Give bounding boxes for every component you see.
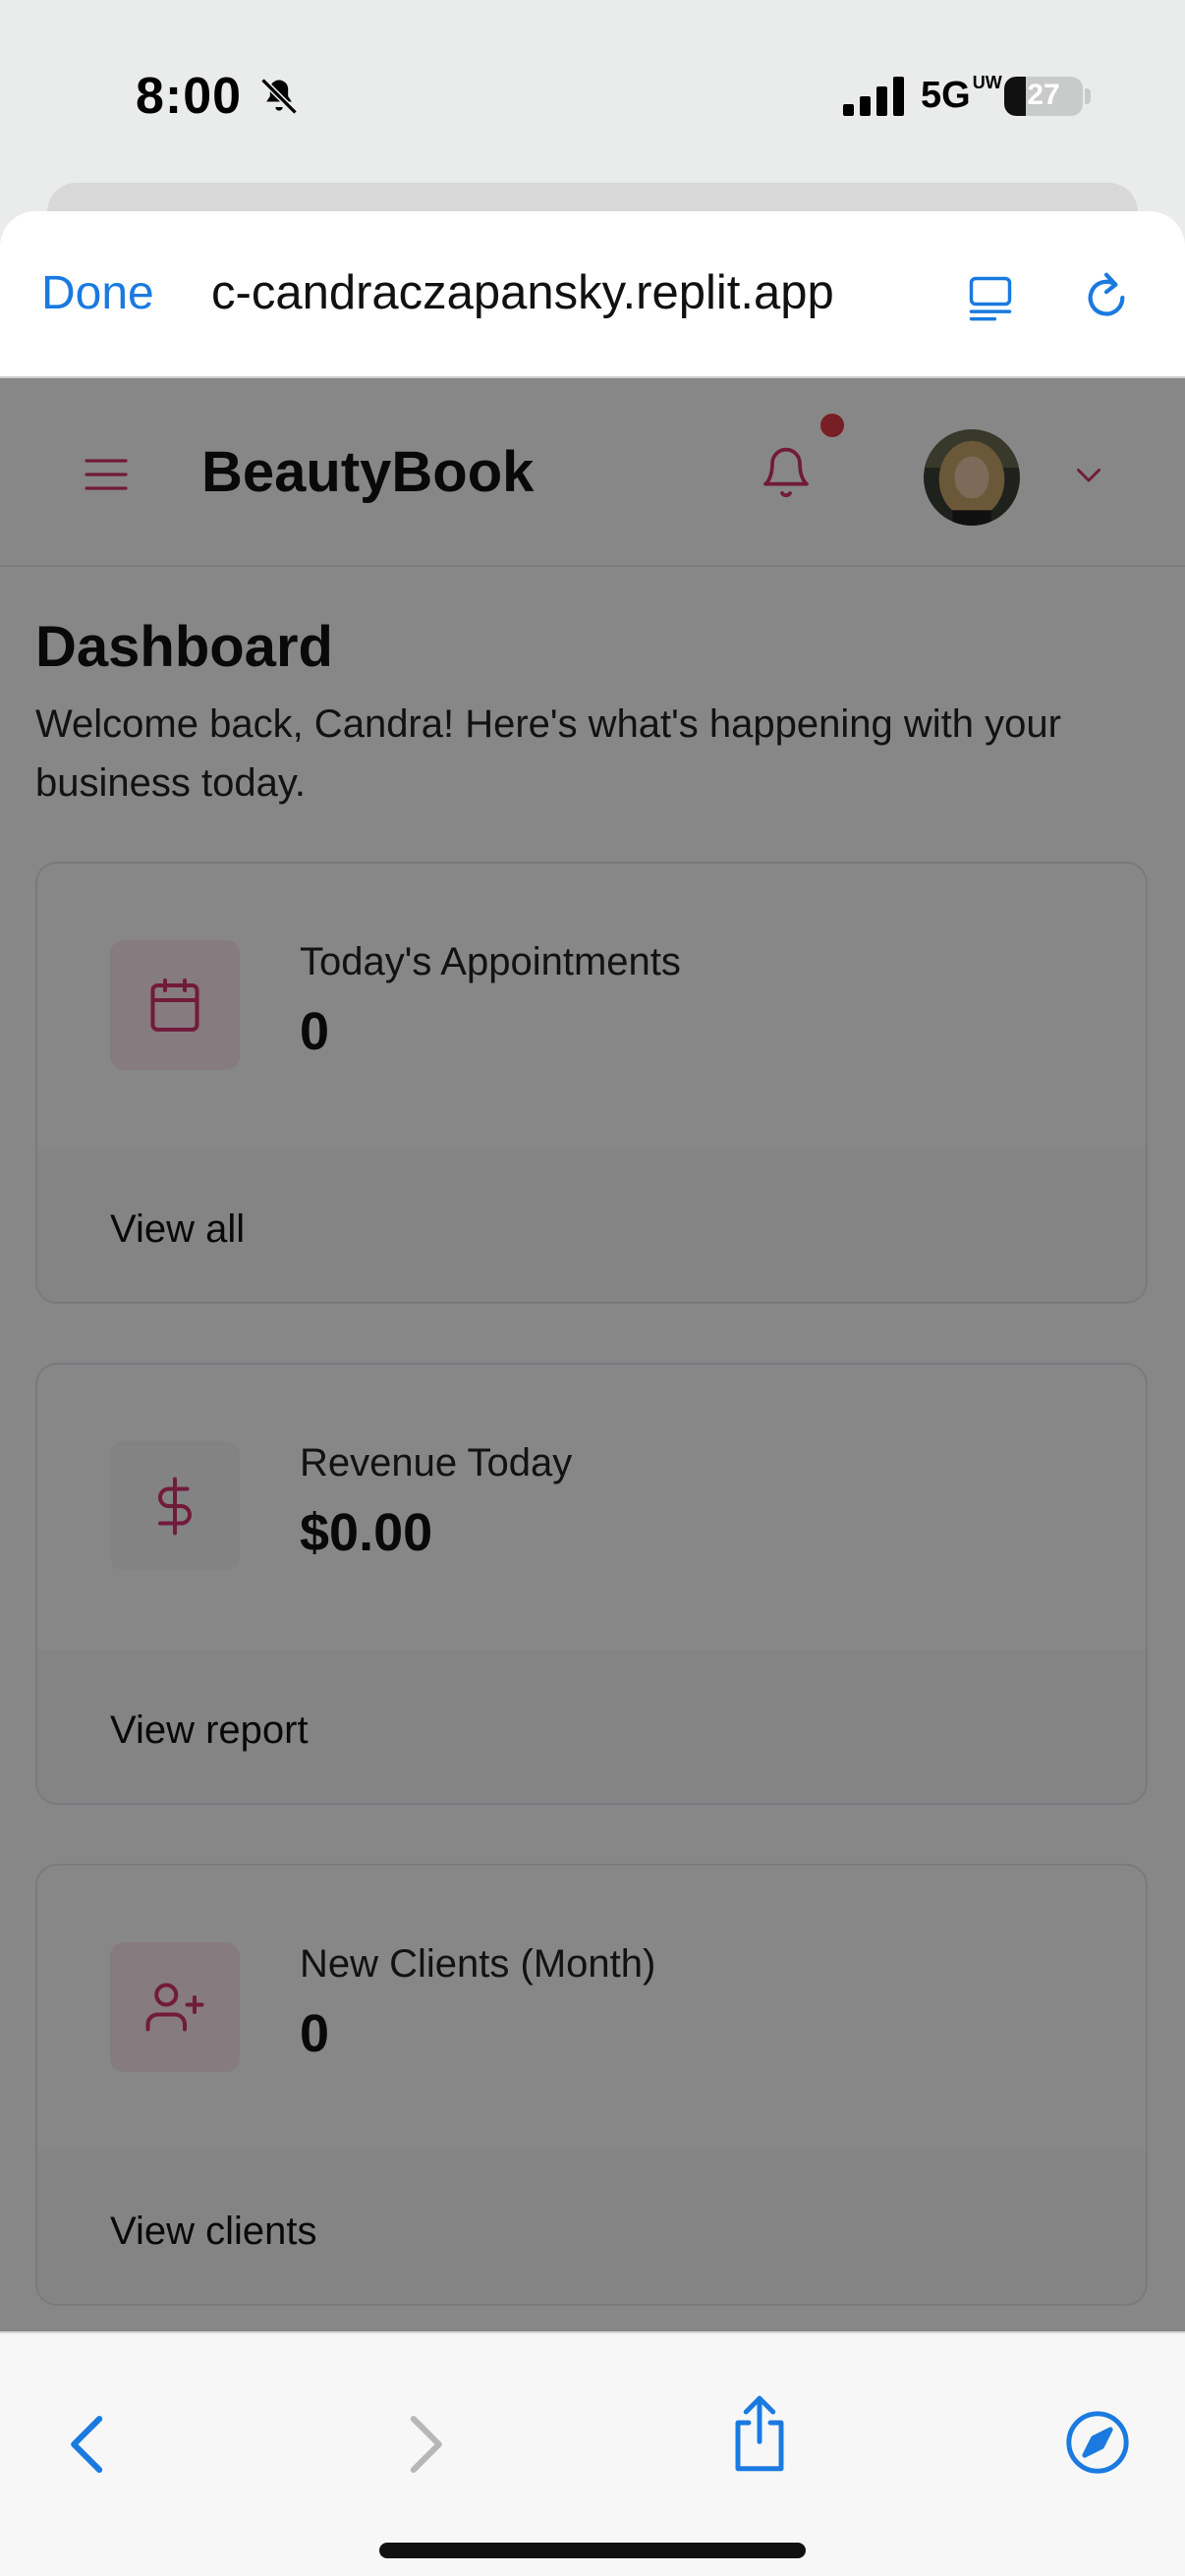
battery-tip	[1085, 88, 1091, 104]
card-label: Today's Appointments	[300, 940, 681, 983]
network-type: 5G UW	[921, 73, 1002, 116]
card-value: 0	[300, 2004, 330, 2063]
forward-arrow-icon[interactable]	[403, 2412, 452, 2477]
card-value: 0	[300, 1002, 330, 1061]
network-sup: UW	[972, 73, 1002, 92]
hamburger-menu-icon[interactable]	[83, 455, 130, 494]
card-icon-box	[110, 1441, 240, 1571]
card-footer: View clients	[37, 2151, 1146, 2304]
home-indicator	[379, 2543, 806, 2558]
card-footer: View report	[37, 1650, 1146, 1803]
url-bar[interactable]: c-candraczapansky.replit.app	[211, 265, 919, 320]
card-label: Revenue Today	[300, 1441, 573, 1484]
silent-mode-icon	[260, 78, 298, 115]
card-body: Today's Appointments 0	[37, 864, 1146, 1148]
app-header: BeautyBook	[0, 378, 1185, 567]
notification-dot	[820, 414, 844, 437]
share-icon[interactable]	[727, 2392, 792, 2475]
user-plus-icon	[145, 1983, 204, 2032]
stat-card-new-clients: New Clients (Month) 0 View clients	[35, 1864, 1148, 2306]
status-bar: 8:00 5G UW 27	[0, 0, 1185, 242]
done-button[interactable]: Done	[41, 266, 154, 320]
status-time: 8:00	[136, 68, 243, 125]
back-arrow-icon[interactable]	[61, 2412, 110, 2477]
reload-icon[interactable]	[1079, 270, 1134, 325]
view-report-link[interactable]: View report	[110, 1708, 309, 1753]
avatar[interactable]	[924, 429, 1020, 526]
chevron-down-icon[interactable]	[1071, 457, 1106, 492]
page-title: Dashboard	[35, 615, 333, 679]
stat-card-appointments: Today's Appointments 0 View all	[35, 862, 1148, 1304]
reader-mode-icon[interactable]	[965, 272, 1016, 323]
card-body: New Clients (Month) 0	[37, 1866, 1146, 2151]
browser-bottom-toolbar	[0, 2331, 1185, 2576]
brand-logo[interactable]: BeautyBook	[201, 439, 534, 505]
view-clients-link[interactable]: View clients	[110, 2210, 316, 2254]
calendar-icon	[150, 979, 199, 1032]
dollar-icon	[158, 1477, 192, 1536]
card-label: New Clients (Month)	[300, 1942, 656, 1986]
view-all-link[interactable]: View all	[110, 1207, 245, 1252]
stat-card-revenue: Revenue Today $0.00 View report	[35, 1363, 1148, 1805]
card-value: $0.00	[300, 1503, 433, 1562]
card-icon-box	[110, 940, 240, 1070]
bell-icon[interactable]	[759, 443, 814, 502]
card-body: Revenue Today $0.00	[37, 1365, 1146, 1650]
web-page: BeautyBook Dashboard Welcome back, Candr…	[0, 378, 1185, 2331]
compass-icon[interactable]	[1063, 2408, 1132, 2477]
cell-signal-icon	[843, 77, 904, 116]
battery-percent: 27	[1027, 79, 1060, 111]
browser-top-bar: Done c-candraczapansky.replit.app	[0, 211, 1185, 378]
welcome-message: Welcome back, Candra! Here's what's happ…	[35, 702, 1061, 805]
battery-icon: 27	[1004, 77, 1083, 116]
card-footer: View all	[37, 1148, 1146, 1302]
card-icon-box	[110, 1942, 240, 2072]
